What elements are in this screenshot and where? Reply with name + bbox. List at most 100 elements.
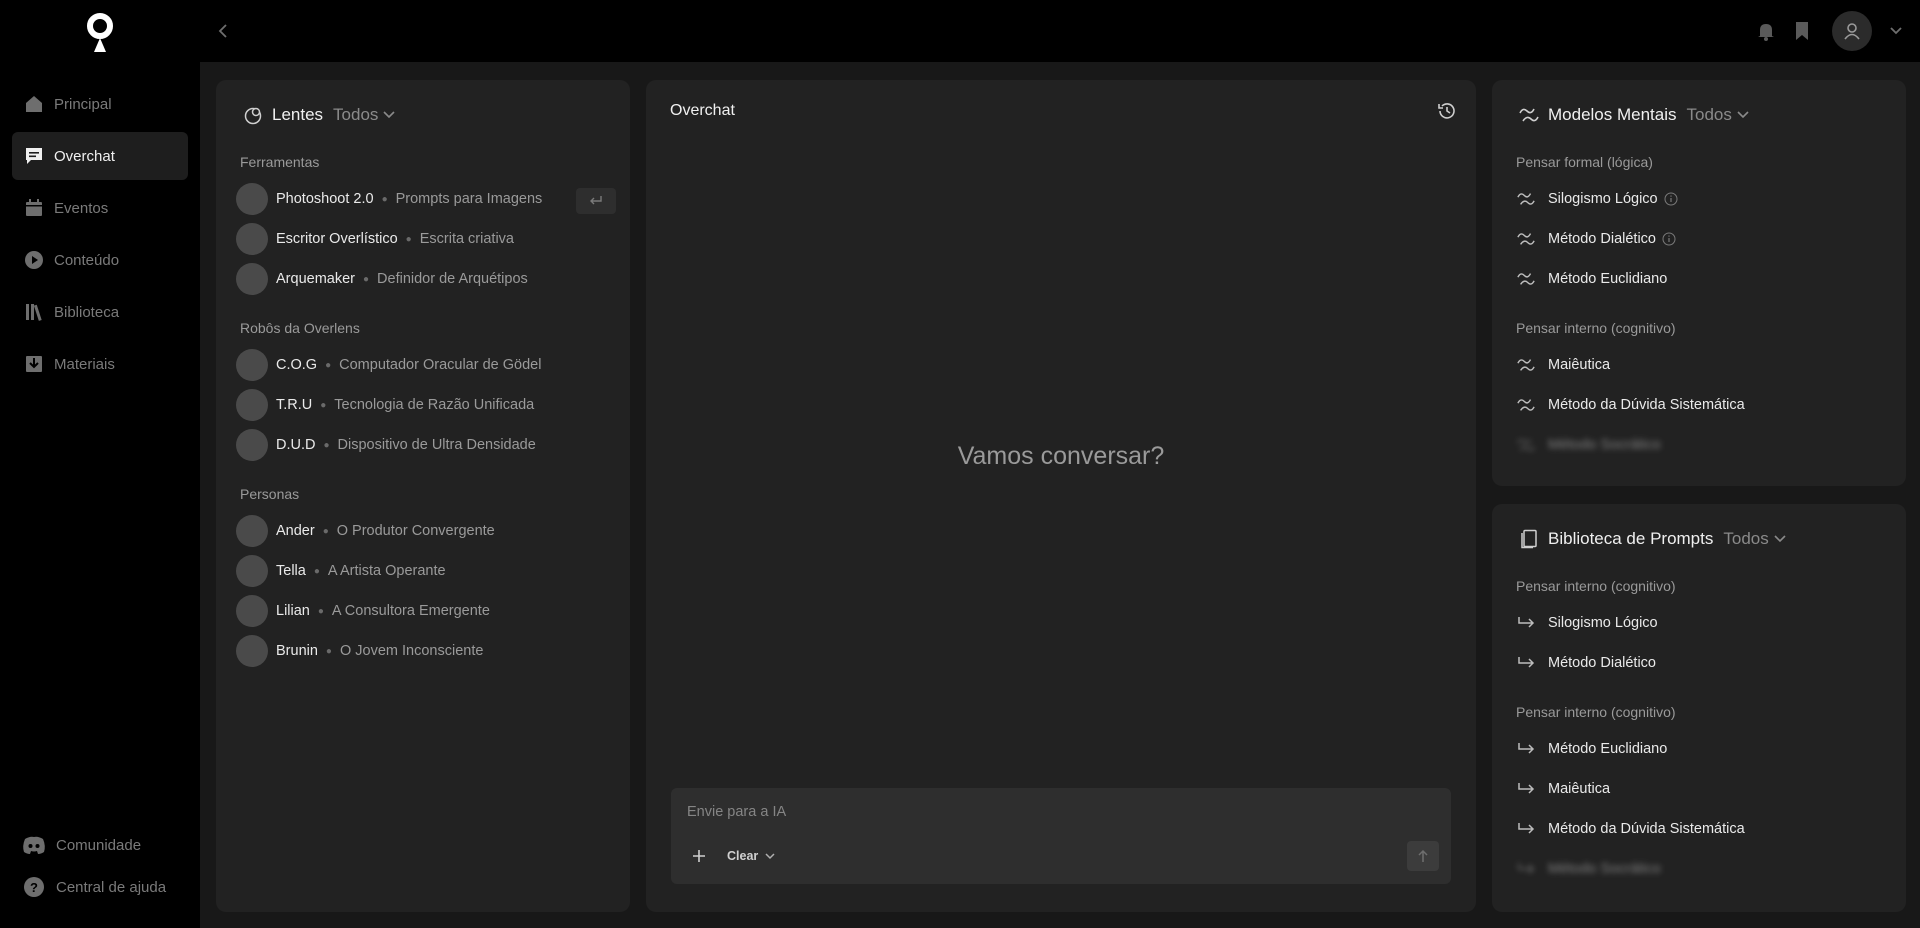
lens-name: T.R.U [276,397,313,413]
bookmark-icon [1796,22,1808,40]
prompt-label: Método da Dúvida Sistemática [1548,821,1745,837]
corner-arrow-icon [1516,779,1536,799]
lens-description: Computador Oracular de Gödel [339,357,542,373]
mode-select-label: Clear [727,849,759,863]
mental-model-label: Maiêutica [1548,357,1611,373]
sidebar-item-label: Principal [54,95,112,113]
lens-description: Prompts para Imagens [395,191,543,207]
mode-select[interactable]: Clear [727,846,776,866]
section-title: Pensar interno (cognitivo) [1516,320,1676,336]
plus-icon [693,850,705,862]
sidebar-item-principal[interactable]: Principal [12,80,188,128]
mental-model-item[interactable]: Método da Dúvida Sistemática [1516,388,1886,422]
mental-model-label: Silogismo Lógico [1548,191,1658,207]
corner-arrow-icon [1516,859,1536,879]
mental-model-item[interactable]: Método Socrático [1516,428,1886,462]
info-icon[interactable] [1662,232,1676,246]
top-bar [200,0,1920,62]
sidebar-item-biblioteca[interactable]: Biblioteca [12,288,188,336]
lens-description: A Consultora Emergente [331,603,490,619]
user-menu-toggle[interactable] [1884,19,1908,43]
separator-dot: ● [362,273,370,285]
lens-item[interactable]: Tella ● A Artista Operante [236,554,616,588]
sidebar-item-conteudo[interactable]: Conteúdo [12,236,188,284]
empty-state-message: Vamos conversar? [957,442,1165,470]
mental-model-item[interactable]: Silogismo Lógico [1516,182,1886,216]
chevron-down-icon [1890,27,1902,35]
mental-model-item[interactable]: Maiêutica [1516,348,1886,382]
chevron-down-icon [765,853,775,860]
prompts-filter-dropdown[interactable]: Todos [1723,529,1786,549]
history-button[interactable] [1436,100,1458,122]
lens-item[interactable]: Arquemaker ● Definidor de Arquétipos [236,262,616,296]
bookmarks-button[interactable] [1790,19,1814,43]
avatar [236,595,268,627]
lens-item[interactable]: D.U.D ● Dispositivo de Ultra Densidade [236,428,616,462]
prompt-item[interactable]: Método Euclidiano [1516,732,1886,766]
section-title: Ferramentas [240,154,320,170]
lens-name: Photoshoot 2.0 [276,191,374,207]
lens-item[interactable]: Brunin ● O Jovem Inconsciente [236,634,616,668]
attach-button[interactable] [687,844,711,868]
sidebar-item-comunidade[interactable]: Comunidade [22,824,192,866]
lens-description: A Artista Operante [327,563,446,579]
sidebar-item-overchat[interactable]: Overchat [12,132,188,180]
chevron-down-icon [1774,535,1786,543]
prompt-item[interactable]: Método Dialético [1516,646,1886,680]
mental-model-item[interactable]: Método Euclidiano [1516,262,1886,296]
lens-item[interactable]: Photoshoot 2.0 ● Prompts para Imagens [236,182,616,216]
chat-panel: Overchat Vamos conversar? Clear [646,80,1476,912]
collapse-sidebar-button[interactable] [210,18,236,44]
separator-dot: ● [325,359,332,371]
squiggle-icon [1516,395,1536,415]
squiggle-icon [1516,355,1536,375]
modelos-filter-dropdown[interactable]: Todos [1687,105,1750,125]
prompt-item[interactable]: Maiêutica [1516,772,1886,806]
message-input[interactable] [687,798,1427,826]
select-lens-button[interactable] [576,188,616,214]
lens-name: Arquemaker [276,271,355,287]
sidebar-item-materiais[interactable]: Materiais [12,340,188,388]
main-area: Lentes Todos Ferramentas Photoshoot 2.0 … [200,62,1920,928]
sidebar-item-label: Eventos [54,199,109,217]
prompt-item[interactable]: Método Socrático [1516,852,1886,886]
lens-name: Brunin [276,643,318,659]
section-title: Pensar interno (cognitivo) [1516,704,1676,720]
prompt-label: Método Euclidiano [1548,741,1668,757]
download-icon [24,354,44,374]
separator-dot: ● [405,233,412,245]
sidebar-item-label: Materiais [54,355,115,373]
separator-dot: ● [313,565,320,577]
lens-item[interactable]: Escritor Overlístico ● Escrita criativa [236,222,616,256]
lens-item[interactable]: Ander ● O Produtor Convergente [236,514,616,548]
prompt-item[interactable]: Método da Dúvida Sistemática [1516,812,1886,846]
mental-model-item[interactable]: Método Dialético [1516,222,1886,256]
send-button[interactable] [1407,841,1439,871]
section-title: Pensar formal (lógica) [1516,154,1653,170]
lentes-filter-dropdown[interactable]: Todos [333,105,396,125]
notifications-button[interactable] [1754,19,1778,43]
lens-item[interactable]: C.O.G ● Computador Oracular de Gödel [236,348,616,382]
lens-description: Dispositivo de Ultra Densidade [337,437,536,453]
logo-icon[interactable] [84,12,116,54]
biblioteca-prompts-panel: Biblioteca de Prompts Todos Pensar inter… [1492,504,1906,912]
sidebar-item-eventos[interactable]: Eventos [12,184,188,232]
lens-item[interactable]: Lilian ● A Consultora Emergente [236,594,616,628]
panel-title: Biblioteca de Prompts [1548,529,1714,548]
prompt-item[interactable]: Silogismo Lógico [1516,606,1886,640]
sidebar-item-central-ajuda[interactable]: ? Central de ajuda [22,866,192,908]
info-icon[interactable] [1664,192,1678,206]
prompt-label: Maiêutica [1548,781,1611,797]
top-actions [1754,11,1908,51]
user-avatar-button[interactable] [1832,11,1872,51]
section-title: Pensar interno (cognitivo) [1516,578,1676,594]
lens-description: Tecnologia de Razão Unificada [334,397,535,413]
lens-item[interactable]: T.R.U ● Tecnologia de Razão Unificada [236,388,616,422]
chat-title: Overchat [670,102,735,119]
modelos-header: Modelos Mentais Todos [1518,104,1750,126]
book-icon [1518,528,1540,550]
section-title: Robôs da Overlens [240,320,360,336]
enter-icon [590,196,602,205]
filter-label: Todos [1686,105,1732,124]
library-icon [24,302,44,322]
